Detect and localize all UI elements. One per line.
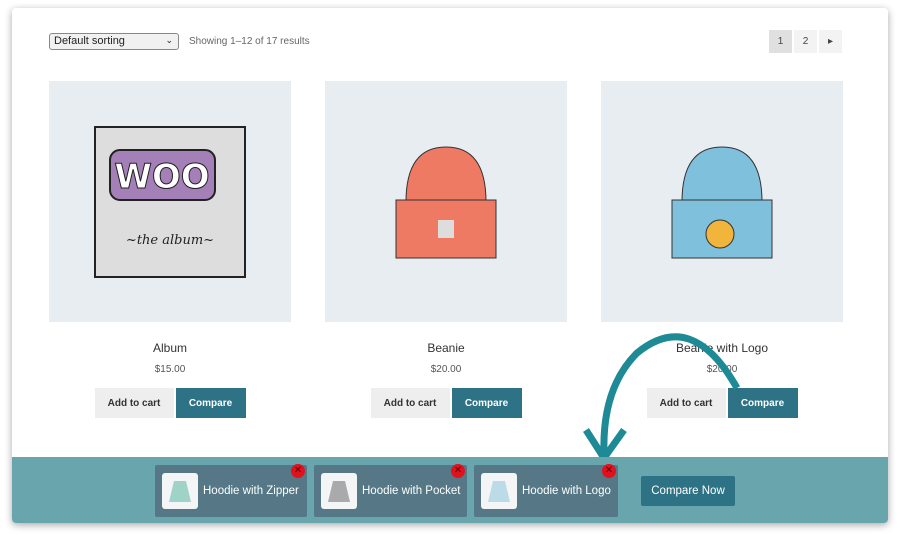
product-name[interactable]: Album <box>49 341 291 355</box>
add-to-cart-button[interactable]: Add to cart <box>370 388 450 418</box>
chevron-down-icon: ⌄ <box>165 35 173 45</box>
svg-text:WOO: WOO <box>114 157 209 197</box>
hoodie-thumbnail-icon <box>481 473 517 509</box>
compare-now-button[interactable]: Compare Now <box>641 476 735 506</box>
compare-item: Hoodie with Pocket ✕ <box>314 464 467 517</box>
add-to-cart-button[interactable]: Add to cart <box>94 388 174 418</box>
hoodie-thumbnail-icon <box>162 473 198 509</box>
product-price: $15.00 <box>154 364 186 375</box>
result-count: Showing 1–12 of 17 results <box>189 36 310 47</box>
remove-icon[interactable]: ✕ <box>602 464 616 478</box>
compare-item-name: Hoodie with Logo <box>522 485 611 497</box>
product-image[interactable] <box>325 81 567 322</box>
shop-page: Default sorting ⌄ Showing 1–12 of 17 resu… <box>12 8 888 523</box>
compare-item: Hoodie with Zipper ✕ <box>155 464 307 517</box>
product-image[interactable] <box>601 81 843 322</box>
remove-icon[interactable]: ✕ <box>451 464 465 478</box>
compare-button[interactable]: Compare <box>451 388 522 418</box>
product-price: $20.00 <box>430 364 462 375</box>
compare-item-name: Hoodie with Zipper <box>203 485 299 497</box>
product-card: WOO ~the album~ Album $15.00 Add to cart C… <box>49 81 291 418</box>
next-page-icon[interactable]: ▸ <box>819 30 842 53</box>
product-name[interactable]: Beanie <box>325 341 567 355</box>
pagination: 1 2 ▸ <box>769 30 842 53</box>
svg-text:~the album~: ~the album~ <box>126 233 214 248</box>
page-1[interactable]: 1 <box>769 30 792 53</box>
product-card: Beanie $20.00 Add to cart Compare <box>325 81 567 418</box>
page-2[interactable]: 2 <box>794 30 817 53</box>
product-image[interactable]: WOO ~the album~ <box>49 81 291 322</box>
sort-value: Default sorting <box>54 35 125 47</box>
sort-select[interactable]: Default sorting ⌄ <box>49 33 179 50</box>
remove-icon[interactable]: ✕ <box>291 464 305 478</box>
compare-bar: Hoodie with Zipper ✕ Hoodie with Pocket ✕ … <box>12 457 888 523</box>
arrow-annotation-icon <box>583 333 741 465</box>
compare-item-name: Hoodie with Pocket <box>362 485 461 497</box>
compare-button[interactable]: Compare <box>175 388 246 418</box>
hoodie-thumbnail-icon <box>321 473 357 509</box>
compare-item: Hoodie with Logo ✕ <box>474 464 618 517</box>
